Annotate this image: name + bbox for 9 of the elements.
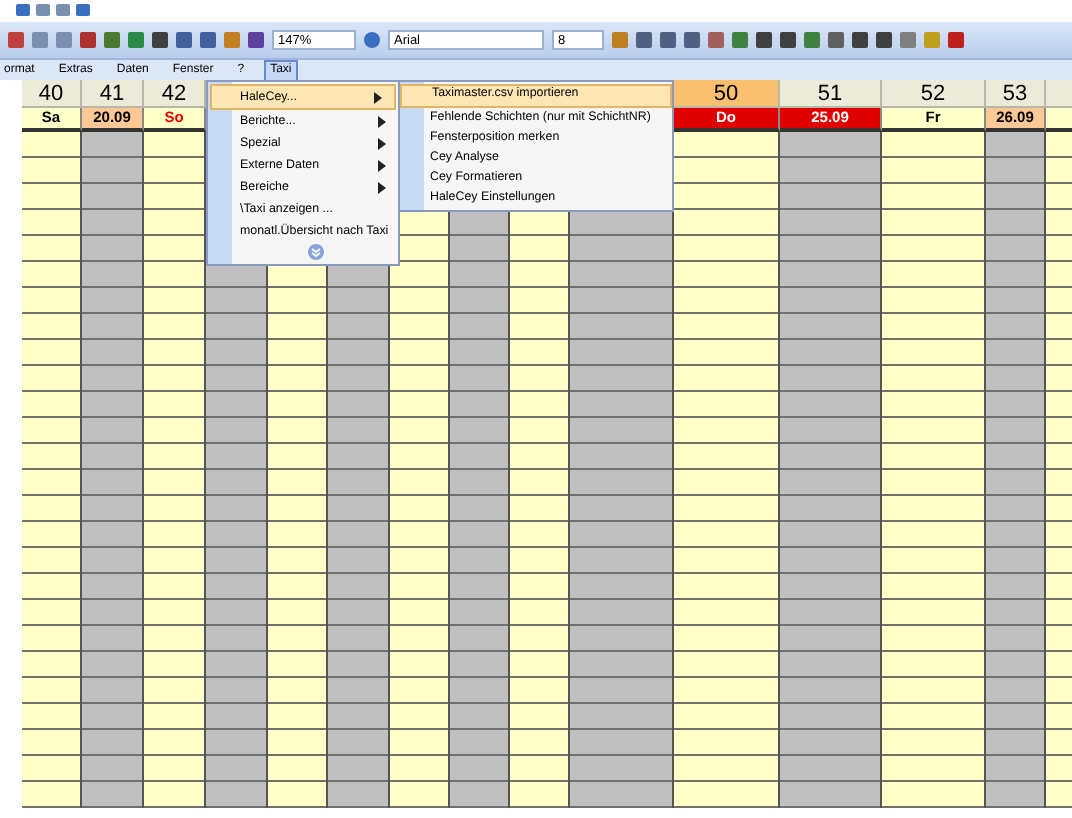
column-header[interactable]: 52 — [882, 80, 986, 108]
help-icon[interactable] — [364, 32, 380, 48]
column-header[interactable]: 42 — [144, 80, 206, 108]
expand-chevron-icon[interactable] — [307, 244, 323, 260]
column-header[interactable]: 53 — [986, 80, 1046, 108]
column-header[interactable]: 50 — [674, 80, 780, 108]
column-header[interactable]: 40 — [22, 80, 82, 108]
column-header[interactable]: 41 — [82, 80, 144, 108]
column-header[interactable]: 51 — [780, 80, 882, 108]
